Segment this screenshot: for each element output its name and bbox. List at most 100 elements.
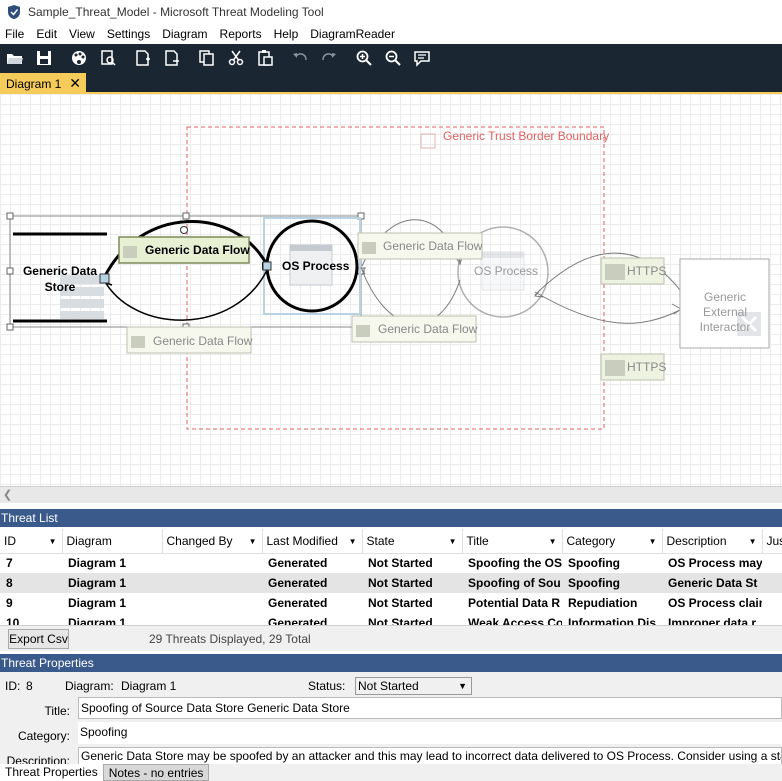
flow-label-right-top[interactable]: Generic Data Flow — [383, 239, 482, 253]
zoom-in-icon — [356, 50, 372, 66]
zoom-out-button[interactable] — [382, 47, 404, 69]
filter-dropdown-icon: ▼ — [248, 537, 257, 546]
window-title: Sample_Threat_Model - Microsoft Threat M… — [28, 5, 324, 19]
filter-dropdown-icon: ▼ — [348, 537, 357, 546]
undo-icon — [293, 52, 307, 60]
menu-reports[interactable]: Reports — [214, 24, 268, 44]
flow-label-selected[interactable]: Generic Data Flow — [145, 243, 250, 257]
zoom-out-icon — [385, 50, 401, 66]
table-row[interactable]: 9 Diagram 1 Generated Not Started Potential … — [0, 593, 782, 613]
open-folder-icon — [7, 53, 23, 64]
table-row[interactable]: 10 Diagram 1 Generated Not Started Weak Acce… — [0, 613, 782, 625]
palette-icon — [72, 50, 86, 65]
undo-button[interactable] — [289, 47, 311, 69]
column-header-last-modified[interactable]: Last Modified ▼ — [262, 529, 363, 554]
flow-label-lower[interactable]: Generic Data Flow — [153, 334, 252, 348]
comment-icon — [414, 50, 430, 67]
description-field[interactable]: Generic Data Store may be spoofed by an … — [78, 747, 782, 765]
menu-help[interactable]: Help — [268, 24, 305, 44]
tab-notes[interactable]: Notes - no entries — [102, 764, 210, 781]
copy-button[interactable] — [196, 47, 218, 69]
title-label: Title: — [44, 704, 70, 718]
menu-view[interactable]: View — [63, 24, 101, 44]
analysis-view-icon — [101, 49, 116, 66]
toolbar — [0, 44, 782, 71]
column-header-id[interactable]: ID ▼ — [0, 529, 63, 554]
column-header-state[interactable]: State ▼ — [362, 529, 463, 554]
close-tab-icon[interactable]: ✕ — [69, 75, 81, 91]
https-label-top[interactable]: HTTPS — [627, 264, 666, 278]
delete-diagram-button[interactable] — [161, 47, 183, 69]
copy-icon — [199, 49, 214, 66]
canvas-horizontal-scrollbar[interactable]: ❮ — [0, 486, 782, 503]
threat-properties-header: Threat Properties — [0, 654, 782, 672]
zoom-in-button[interactable] — [353, 47, 375, 69]
flow-process-to-store[interactable] — [103, 269, 268, 321]
title-field[interactable]: Spoofing of Source Data Store Generic Da… — [78, 697, 782, 719]
filter-dropdown-icon: ▼ — [48, 537, 57, 546]
flow-label-right-bottom[interactable]: Generic Data Flow — [378, 322, 477, 336]
menu-settings[interactable]: Settings — [101, 24, 156, 44]
diagram-label: Diagram: — [65, 679, 114, 693]
paste-button[interactable] — [254, 47, 276, 69]
threat-list-footer: Export Csv 29 Threats Displayed, 29 Tota… — [0, 625, 782, 651]
paste-icon — [258, 49, 273, 66]
diagram-value: Diagram 1 — [121, 679, 177, 693]
diagram-canvas[interactable]: Generic Trust Border Boundary Generic Da… — [0, 94, 782, 486]
open-folder-button[interactable] — [4, 47, 26, 69]
status-dropdown[interactable]: Not Started ▼ — [355, 677, 472, 695]
analysis-view-button[interactable] — [97, 47, 119, 69]
category-field[interactable]: Spoofing — [78, 722, 782, 744]
new-diagram-button[interactable] — [132, 47, 154, 69]
table-row[interactable]: 7 Diagram 1 Generated Not Started Spoofing t… — [0, 553, 782, 573]
save-button[interactable] — [33, 47, 55, 69]
filter-dropdown-icon: ▼ — [748, 537, 757, 546]
column-header-title[interactable]: Title ▼ — [462, 529, 563, 554]
menu-diagramreader[interactable]: DiagramReader — [304, 24, 401, 44]
https-label-bottom[interactable]: HTTPS — [627, 360, 666, 374]
column-header-changed-by[interactable]: Changed By ▼ — [162, 529, 263, 554]
column-header-diagram[interactable]: Diagram — [62, 529, 163, 554]
filter-dropdown-icon: ▼ — [548, 537, 557, 546]
new-diagram-icon — [136, 49, 150, 66]
delete-diagram-icon — [165, 49, 179, 66]
faded-process-label: OS Process — [474, 264, 539, 278]
tab-threat-properties[interactable]: Threat Properties — [0, 764, 103, 781]
threat-count-status: 29 Threats Displayed, 29 Total — [149, 632, 311, 646]
cut-button[interactable] — [225, 47, 247, 69]
scroll-left-icon[interactable]: ❮ — [3, 487, 12, 503]
category-label: Category: — [17, 729, 70, 743]
trust-boundary-label: Generic Trust Border Boundary — [443, 129, 610, 143]
diagram-drawing — [6, 126, 770, 430]
menu-diagram[interactable]: Diagram — [156, 24, 213, 44]
trust-boundary[interactable] — [186, 126, 605, 430]
save-icon — [37, 50, 51, 65]
os-process-label: OS Process — [282, 259, 350, 273]
comment-button[interactable] — [411, 47, 433, 69]
status-label: Status: — [308, 679, 346, 693]
column-header-category[interactable]: Category ▼ — [562, 529, 663, 554]
threat-properties-panel: ID: 8 Diagram: Diagram 1 Status: Not Sta… — [0, 672, 782, 768]
external-interactor-label: Generic External Interactor — [699, 290, 751, 334]
id-value: 8 — [26, 679, 33, 693]
menu-file[interactable]: File — [0, 24, 30, 44]
trust-boundary-icon — [420, 133, 436, 149]
column-header-justification[interactable]: Jus — [762, 529, 782, 554]
chevron-down-icon: ▼ — [458, 681, 467, 691]
redo-icon — [322, 52, 336, 60]
redo-button[interactable] — [318, 47, 340, 69]
column-header-description[interactable]: Description ▼ — [662, 529, 763, 554]
bottom-panel-tabs: Threat Properties Notes - no entries — [0, 764, 782, 781]
menu-edit[interactable]: Edit — [30, 24, 63, 44]
app-shield-icon — [8, 5, 20, 19]
document-tab-strip: Diagram 1 ✕ — [0, 71, 782, 94]
tab-label: Diagram 1 — [6, 76, 62, 91]
table-row-selected[interactable]: 8 Diagram 1 Generated Not Started Spoofing o… — [0, 573, 782, 593]
stencil-palette-button[interactable] — [68, 47, 90, 69]
title-bar: Sample_Threat_Model - Microsoft Threat M… — [0, 0, 782, 24]
export-csv-button[interactable]: Export Csv — [8, 629, 69, 649]
threat-list-grid: ID ▼ Diagram Changed By ▼ Last Modified ▼ S… — [0, 529, 782, 625]
threat-list-header: Threat List — [0, 509, 782, 527]
cut-icon — [228, 50, 244, 65]
tab-diagram-1[interactable]: Diagram 1 ✕ — [0, 73, 86, 94]
